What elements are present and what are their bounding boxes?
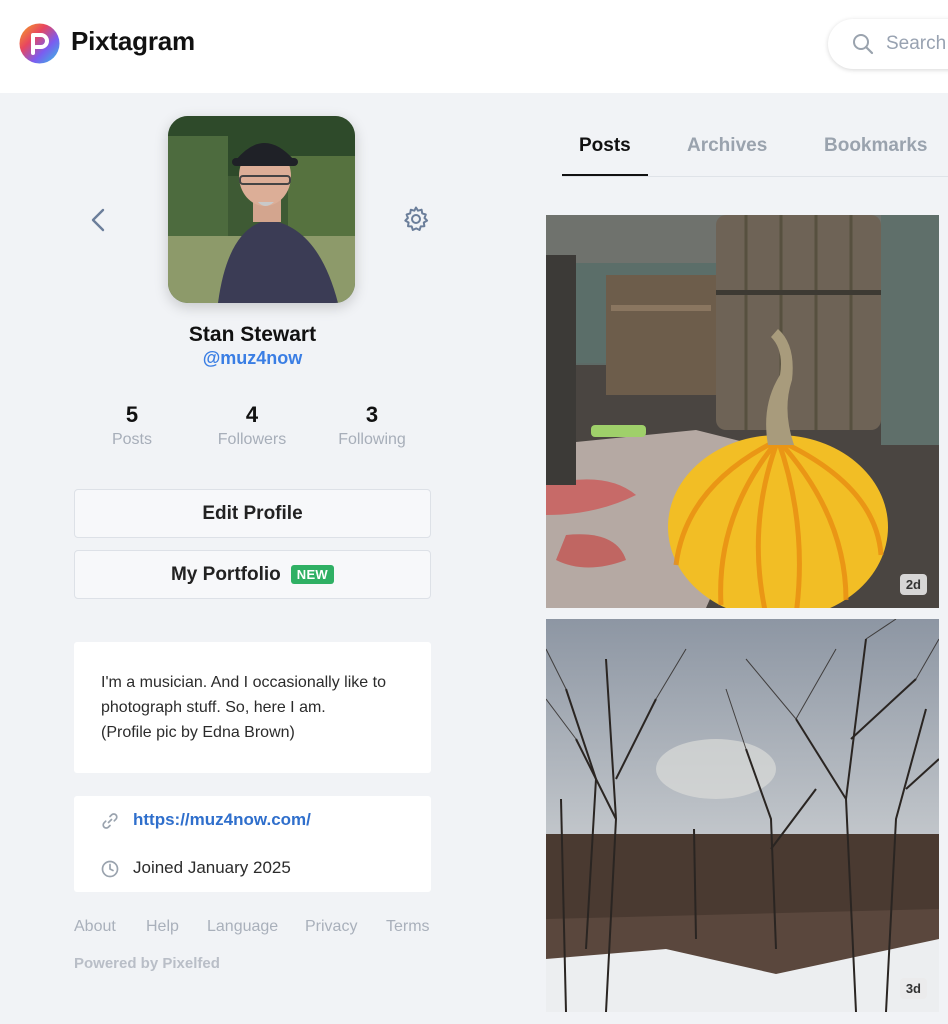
powered-by[interactable]: Powered by Pixelfed <box>74 955 220 972</box>
footer-link-about[interactable]: About <box>74 918 116 936</box>
post-age-badge: 3d <box>899 978 927 999</box>
post-age-badge: 2d <box>899 574 927 595</box>
stat-posts-count: 5 <box>125 402 139 427</box>
username[interactable]: @muz4now <box>74 348 431 369</box>
profile-meta-card: https://muz4now.com/ Joined January 2025 <box>74 796 431 892</box>
my-portfolio-label: My Portfolio <box>170 563 281 585</box>
display-name: Stan Stewart <box>188 323 317 346</box>
footer-link-language[interactable]: Language <box>207 918 278 936</box>
app-name[interactable]: Pixtagram <box>71 26 195 57</box>
footer-link-terms[interactable]: Terms <box>386 918 430 936</box>
tab-archives[interactable]: Archives <box>687 135 767 157</box>
joined-date: Joined January 2025 <box>133 858 291 877</box>
my-portfolio-button[interactable]: My Portfolio NEW <box>74 550 431 599</box>
gear-icon[interactable] <box>402 205 430 233</box>
search-placeholder: Search <box>886 33 947 54</box>
avatar <box>168 116 355 303</box>
stat-following-label: Following <box>338 431 406 448</box>
top-bar: Pixtagram Search <box>0 0 948 93</box>
link-icon <box>102 813 118 829</box>
website-link[interactable]: https://muz4now.com/ <box>133 810 311 830</box>
search-icon <box>853 34 874 55</box>
edit-profile-button[interactable]: Edit Profile <box>74 489 431 538</box>
bio-line: I'm a musician. And I occasionally like … <box>101 674 386 691</box>
bio-line: (Profile pic by Edna Brown) <box>101 724 295 741</box>
post-thumbnail[interactable]: 3d <box>546 619 939 1012</box>
search-box[interactable]: Search <box>828 19 948 69</box>
tab-bookmarks[interactable]: Bookmarks <box>824 135 928 157</box>
stat-followers-count: 4 <box>245 402 259 427</box>
stat-following[interactable]: 3 Following <box>312 402 432 449</box>
footer-link-privacy[interactable]: Privacy <box>305 918 357 936</box>
stat-followers-label: Followers <box>217 431 287 448</box>
pumpkin-photo <box>546 215 939 608</box>
winter-trees-photo <box>546 619 939 1012</box>
footer-link-help[interactable]: Help <box>146 918 179 936</box>
stat-following-count: 3 <box>365 402 379 427</box>
post-thumbnail[interactable]: 2d <box>546 215 939 608</box>
stat-posts[interactable]: 5 Posts <box>72 402 192 449</box>
stat-followers[interactable]: 4 Followers <box>192 402 312 449</box>
bio-card: I'm a musician. And I occasionally like … <box>74 642 431 773</box>
bio-line: photograph stuff. So, here I am. <box>101 699 326 716</box>
new-badge: NEW <box>290 565 334 584</box>
chevron-left-icon[interactable] <box>88 206 108 234</box>
edit-profile-label: Edit Profile <box>202 502 303 524</box>
tab-divider <box>562 176 948 177</box>
pixtagram-logo-icon[interactable] <box>19 23 60 64</box>
tab-posts[interactable]: Posts <box>579 135 631 157</box>
active-tab-indicator <box>562 174 648 176</box>
stat-posts-label: Posts <box>111 431 152 448</box>
clock-icon <box>101 860 119 878</box>
